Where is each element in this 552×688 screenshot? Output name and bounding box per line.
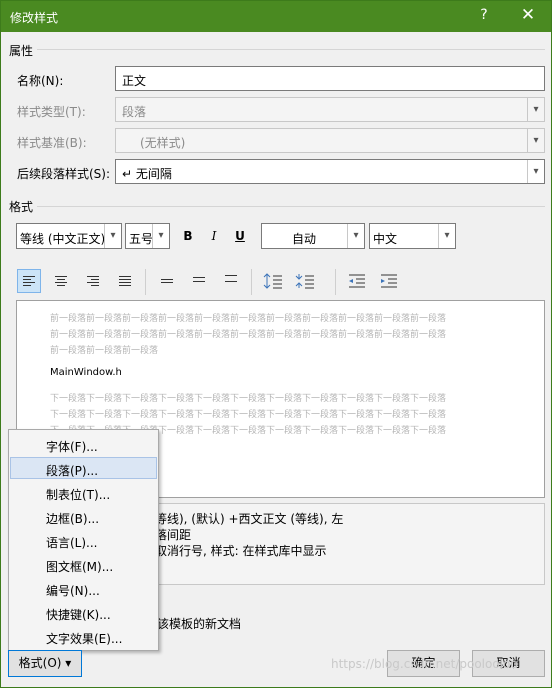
double-spacing-icon[interactable] <box>219 269 243 293</box>
description-line: 取消行号, 样式: 在样式库中显示 <box>155 544 327 558</box>
toolbar-separator <box>251 269 252 295</box>
size-value: 五号 <box>129 232 154 246</box>
menu-item-shortcut-key[interactable]: 快捷键(K)... <box>10 601 157 623</box>
sample-text: MainWindow.h <box>50 367 122 378</box>
align-right-icon[interactable] <box>81 269 105 293</box>
menu-item-frame[interactable]: 图文框(M)... <box>10 553 157 575</box>
chevron-down-icon: ▾ <box>527 129 544 152</box>
close-button[interactable]: ✕ <box>511 5 545 27</box>
properties-divider <box>37 49 545 50</box>
menu-item-language[interactable]: 语言(L)... <box>10 529 157 551</box>
next-style-select[interactable]: ↵ 无间隔 ▾ <box>115 159 545 184</box>
chevron-down-icon[interactable]: ▾ <box>347 224 364 248</box>
format-button[interactable]: 格式(O) ▾ <box>8 650 82 677</box>
format-section-label: 格式 <box>9 200 34 214</box>
menu-item-border[interactable]: 边框(B)... <box>10 505 157 527</box>
style-type-select: 段落 ▾ <box>115 97 545 122</box>
underline-button[interactable]: U <box>229 225 251 247</box>
font-color-value: 自动 <box>292 232 317 246</box>
chevron-down-icon[interactable]: ▾ <box>527 160 544 183</box>
chevron-down-icon[interactable]: ▾ <box>438 224 455 248</box>
decrease-spacing-icon[interactable] <box>293 269 317 293</box>
language-select[interactable]: 中文 ▾ <box>369 223 456 249</box>
align-center-icon[interactable] <box>49 269 73 293</box>
description-line: 等线), (默认) +西文正文 (等线), 左 <box>155 512 344 526</box>
toolbar-separator <box>145 269 146 295</box>
font-value: 等线 (中文正文) <box>20 232 104 246</box>
decrease-indent-icon[interactable] <box>345 269 369 293</box>
align-left-icon[interactable] <box>17 269 41 293</box>
chevron-down-icon: ▾ <box>527 98 544 121</box>
format-divider <box>37 206 545 207</box>
menu-item-text-effects[interactable]: 文字效果(E)... <box>10 625 157 647</box>
menu-item-tabs[interactable]: 制表位(T)... <box>10 481 157 503</box>
name-label: 名称(N): <box>17 74 64 88</box>
name-value: 正文 <box>122 74 147 88</box>
next-style-value: ↵ 无间隔 <box>122 167 172 181</box>
format-menu: 字体(F)... 段落(P)... 制表位(T)... 边框(B)... 语言(… <box>8 429 159 651</box>
font-color-select[interactable]: 自动 ▾ <box>261 223 365 249</box>
title-bar: 修改样式 ? ✕ <box>1 1 551 32</box>
italic-button[interactable]: I <box>203 225 225 247</box>
increase-spacing-icon[interactable] <box>261 269 285 293</box>
font-select[interactable]: 等线 (中文正文) ▾ <box>16 223 122 249</box>
help-button[interactable]: ? <box>469 7 499 27</box>
chevron-down-icon[interactable]: ▾ <box>104 224 121 248</box>
description-line: 落间距 <box>155 528 192 542</box>
single-spacing-icon[interactable] <box>155 269 179 293</box>
properties-section-label: 属性 <box>9 44 34 58</box>
style-based-value: (无样式) <box>140 136 186 150</box>
style-based-select: (无样式) ▾ <box>115 128 545 153</box>
name-field[interactable]: 正文 <box>115 66 545 91</box>
menu-item-font[interactable]: 字体(F)... <box>10 433 157 455</box>
style-based-label: 样式基准(B): <box>17 136 87 150</box>
menu-item-numbering[interactable]: 编号(N)... <box>10 577 157 599</box>
dialog-title: 修改样式 <box>10 11 59 25</box>
template-option-label: 该模板的新文档 <box>157 617 242 631</box>
align-justify-icon[interactable] <box>113 269 137 293</box>
previous-paragraph-text: 前一段落前一段落前一段落前一段落前一段落前一段落前一段落前一段落前一段落前一段落… <box>50 314 447 356</box>
toolbar-separator <box>335 269 336 295</box>
style-type-value: 段落 <box>122 105 147 119</box>
style-type-label: 样式类型(T): <box>17 105 86 119</box>
chevron-down-icon[interactable]: ▾ <box>152 224 169 248</box>
modify-style-dialog: 修改样式 ? ✕ 属性 名称(N): 正文 样式类型(T): 段落 ▾ 样式基准… <box>0 0 552 688</box>
menu-item-paragraph[interactable]: 段落(P)... <box>10 457 157 479</box>
increase-indent-icon[interactable] <box>377 269 401 293</box>
bold-button[interactable]: B <box>177 225 199 247</box>
one-half-spacing-icon[interactable] <box>187 269 211 293</box>
next-style-label: 后续段落样式(S): <box>17 167 111 181</box>
language-value: 中文 <box>373 232 398 246</box>
size-select[interactable]: 五号 ▾ <box>125 223 170 249</box>
watermark-text: https://blog.csdn.net/poolooloo <box>331 657 518 671</box>
